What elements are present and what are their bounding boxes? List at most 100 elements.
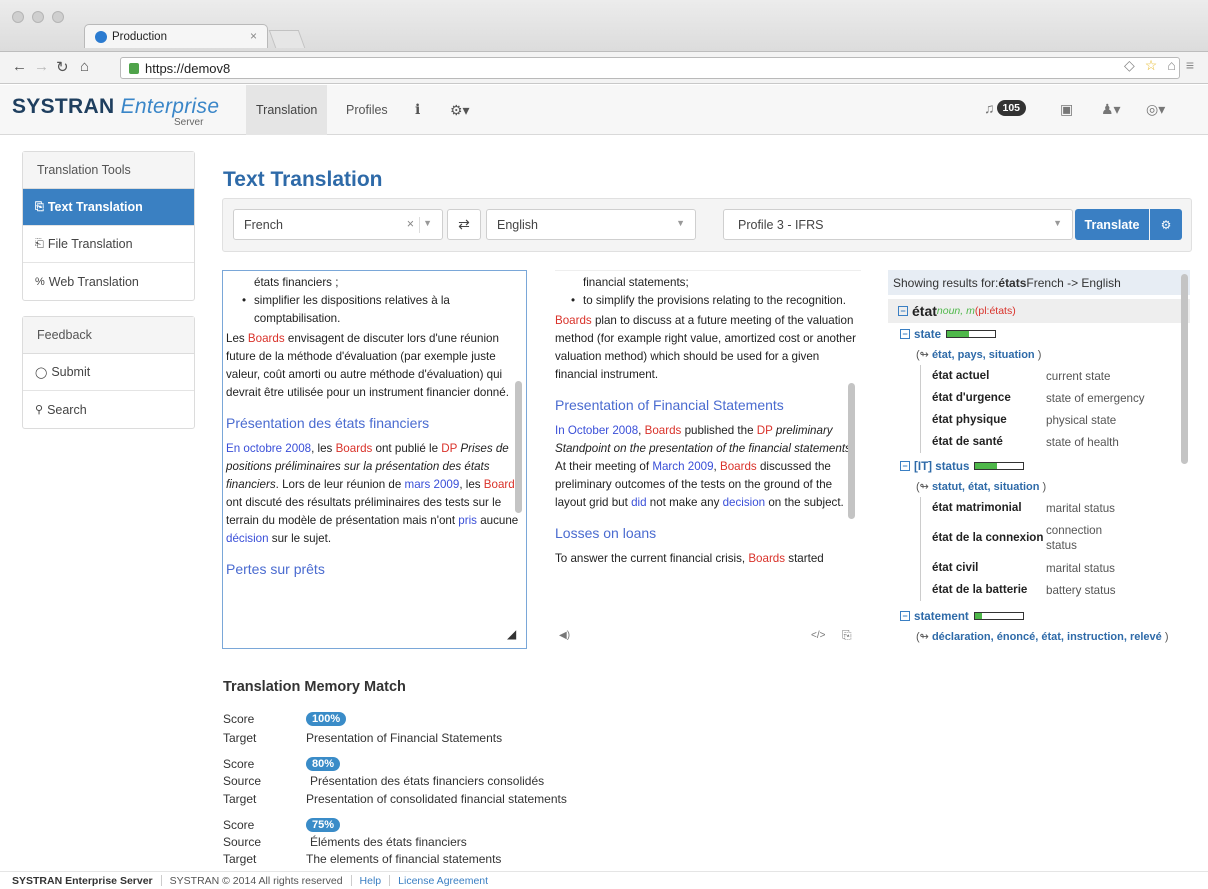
target-language-select[interactable]: English ▼ xyxy=(486,209,696,240)
target-heading-2: Losses on loans xyxy=(555,525,657,541)
clear-icon[interactable]: × xyxy=(407,217,414,231)
back-icon[interactable]: ← xyxy=(12,58,27,75)
collapse-icon[interactable]: − xyxy=(898,306,908,316)
translation-tools-panel: Translation Tools ⎘ Text Translation ⎗ F… xyxy=(22,151,195,301)
sidebar-item-submit[interactable]: ◯ Submit xyxy=(23,354,194,391)
page-footer: SYSTRAN Enterprise Server SYSTRAN © 2014… xyxy=(0,871,1208,889)
reload-icon[interactable]: ↻ xyxy=(56,58,69,76)
shield-icon[interactable]: ◇ xyxy=(1124,57,1135,74)
translate-button[interactable]: Translate xyxy=(1075,209,1149,240)
settings-gear-icon[interactable]: ⚙▾ xyxy=(440,85,480,135)
lock-icon xyxy=(129,62,139,74)
source-text-editor[interactable]: états financiers ; simplifier les dispos… xyxy=(222,270,527,649)
entity-date[interactable]: March 2009 xyxy=(652,460,713,473)
extension-icon[interactable]: ⌂ xyxy=(1167,57,1175,74)
sidebar-item-text-translation[interactable]: ⎘ Text Translation xyxy=(23,189,194,226)
score-badge: 80% xyxy=(306,757,341,771)
entity-boards[interactable]: Boards xyxy=(555,314,592,327)
target-list-item: to simplify the provisions relating to t… xyxy=(571,292,861,310)
tab-close-icon[interactable]: × xyxy=(250,29,257,43)
entity-word[interactable]: pris xyxy=(458,514,477,527)
dictionary-header: Showing results for: états French -> Engl… xyxy=(888,270,1190,295)
window-minimize-button[interactable] xyxy=(32,11,44,23)
sense-state[interactable]: − state xyxy=(888,323,1190,345)
tm-target-row: Target The elements of financial statemen… xyxy=(223,852,502,866)
target-paragraph: Boards plan to discuss at a future meeti… xyxy=(555,314,856,381)
entity-dp[interactable]: DP xyxy=(441,442,457,455)
select-divider xyxy=(419,217,420,233)
sense-status[interactable]: − [IT] status xyxy=(888,455,1190,477)
entity-boards[interactable]: Boards xyxy=(748,552,785,565)
menu-icon[interactable]: ≡ xyxy=(1186,57,1194,74)
window-close-button[interactable] xyxy=(12,11,24,23)
code-icon[interactable]: </> xyxy=(811,630,825,641)
bell-icon: ♫ xyxy=(984,100,995,116)
source-heading-2: Pertes sur prêts xyxy=(226,561,325,577)
collapse-icon[interactable]: − xyxy=(900,329,910,339)
entity-boards[interactable]: Boards xyxy=(720,460,757,473)
dict-pair: état actuel current state xyxy=(920,365,1190,387)
entity-date[interactable]: In October 2008 xyxy=(555,424,638,437)
app-header: SYSTRAN Enterprise Server Translation Pr… xyxy=(0,85,1208,135)
nav-translation[interactable]: Translation xyxy=(246,85,328,135)
help-globe-icon[interactable]: ◎▾ xyxy=(1146,101,1165,118)
gear-icon: ⚙ xyxy=(1160,217,1172,232)
browser-navbar: ← → ↻ ⌂ https://demov8 ◇ ☆ ⌂ ≡ xyxy=(0,52,1208,84)
sidebar-item-search[interactable]: ⚲ Search xyxy=(23,391,194,428)
info-icon[interactable]: i xyxy=(405,85,430,135)
target-paragraph: To answer the current financial crisis, … xyxy=(555,552,824,565)
brand-name: SYSTRAN xyxy=(12,95,115,118)
sidebar-item-web-translation[interactable]: % Web Translation xyxy=(23,263,194,300)
notifications-button[interactable]: ♫ 105 xyxy=(984,100,1027,116)
collapse-icon[interactable]: − xyxy=(900,611,910,621)
translate-options-button[interactable]: ⚙ xyxy=(1150,209,1182,240)
browser-tab[interactable]: Production × xyxy=(84,24,268,48)
sense-statement[interactable]: − statement xyxy=(888,605,1190,627)
profile-select[interactable]: Profile 3 - IFRS ▼ xyxy=(723,209,1073,240)
new-tab-button[interactable] xyxy=(268,30,306,48)
entity-word[interactable]: did xyxy=(631,496,646,509)
entity-date[interactable]: En octobre 2008 xyxy=(226,442,311,455)
source-list-item: simplifier les dispositions relatives à … xyxy=(242,292,526,328)
dictionary-entry[interactable]: − état noun, m (pl:états) xyxy=(888,299,1190,323)
star-icon[interactable]: ☆ xyxy=(1145,57,1158,74)
source-language-select[interactable]: French × ▼ xyxy=(233,209,443,240)
entity-boards[interactable]: Boards xyxy=(336,442,373,455)
user-icon[interactable]: ♟▾ xyxy=(1101,101,1121,118)
brand-logo[interactable]: SYSTRAN Enterprise xyxy=(12,95,219,119)
collapse-icon[interactable]: − xyxy=(900,461,910,471)
entity-dp[interactable]: DP xyxy=(757,424,773,437)
forward-icon[interactable]: → xyxy=(34,58,49,75)
entity-boards[interactable]: Boards xyxy=(645,424,682,437)
entity-boards[interactable]: Boards xyxy=(248,332,285,345)
speaker-icon[interactable]: ◀) xyxy=(559,630,570,641)
sidebar-item-file-translation[interactable]: ⎗ File Translation xyxy=(23,226,194,263)
tm-score-row: Score 75% xyxy=(223,818,341,832)
dictionary-scrollbar[interactable] xyxy=(1181,274,1188,464)
help-link[interactable]: Help xyxy=(360,875,382,887)
license-link[interactable]: License Agreement xyxy=(398,875,488,887)
address-bar[interactable]: https://demov8 xyxy=(120,57,1180,79)
tm-score-row: Score 80% xyxy=(223,757,341,771)
tab-title: Production xyxy=(112,30,167,43)
home-icon[interactable]: ⌂ xyxy=(80,58,89,75)
entity-date[interactable]: mars 2009 xyxy=(405,478,460,491)
copy-icon[interactable]: ⎘ xyxy=(842,628,852,643)
rss-icon[interactable]: ▣ xyxy=(1060,101,1073,118)
target-text-view: financial statements; to simplify the pr… xyxy=(555,270,861,649)
target-language-value: English xyxy=(497,217,538,232)
window-zoom-button[interactable] xyxy=(52,11,64,23)
source-paragraph: En octobre 2008, les Boards ont publié l… xyxy=(226,442,521,545)
clear-text-icon[interactable]: ◢ xyxy=(507,627,516,641)
dict-pair: état d'urgence state of emergency xyxy=(920,387,1190,409)
target-scrollbar[interactable] xyxy=(848,383,855,519)
tm-target-row: Target Presentation of consolidated finan… xyxy=(223,792,567,806)
swap-languages-button[interactable]: ⇄ xyxy=(447,209,481,240)
target-list-fragment: financial statements; xyxy=(583,276,689,289)
dict-pair: état de la batterie battery status xyxy=(920,579,1190,601)
footer-copyright: SYSTRAN © 2014 All rights reserved xyxy=(169,874,343,887)
source-scrollbar[interactable] xyxy=(515,381,522,513)
entity-word[interactable]: decision xyxy=(723,496,766,509)
entity-word[interactable]: décision xyxy=(226,532,269,545)
nav-profiles[interactable]: Profiles xyxy=(336,85,398,135)
